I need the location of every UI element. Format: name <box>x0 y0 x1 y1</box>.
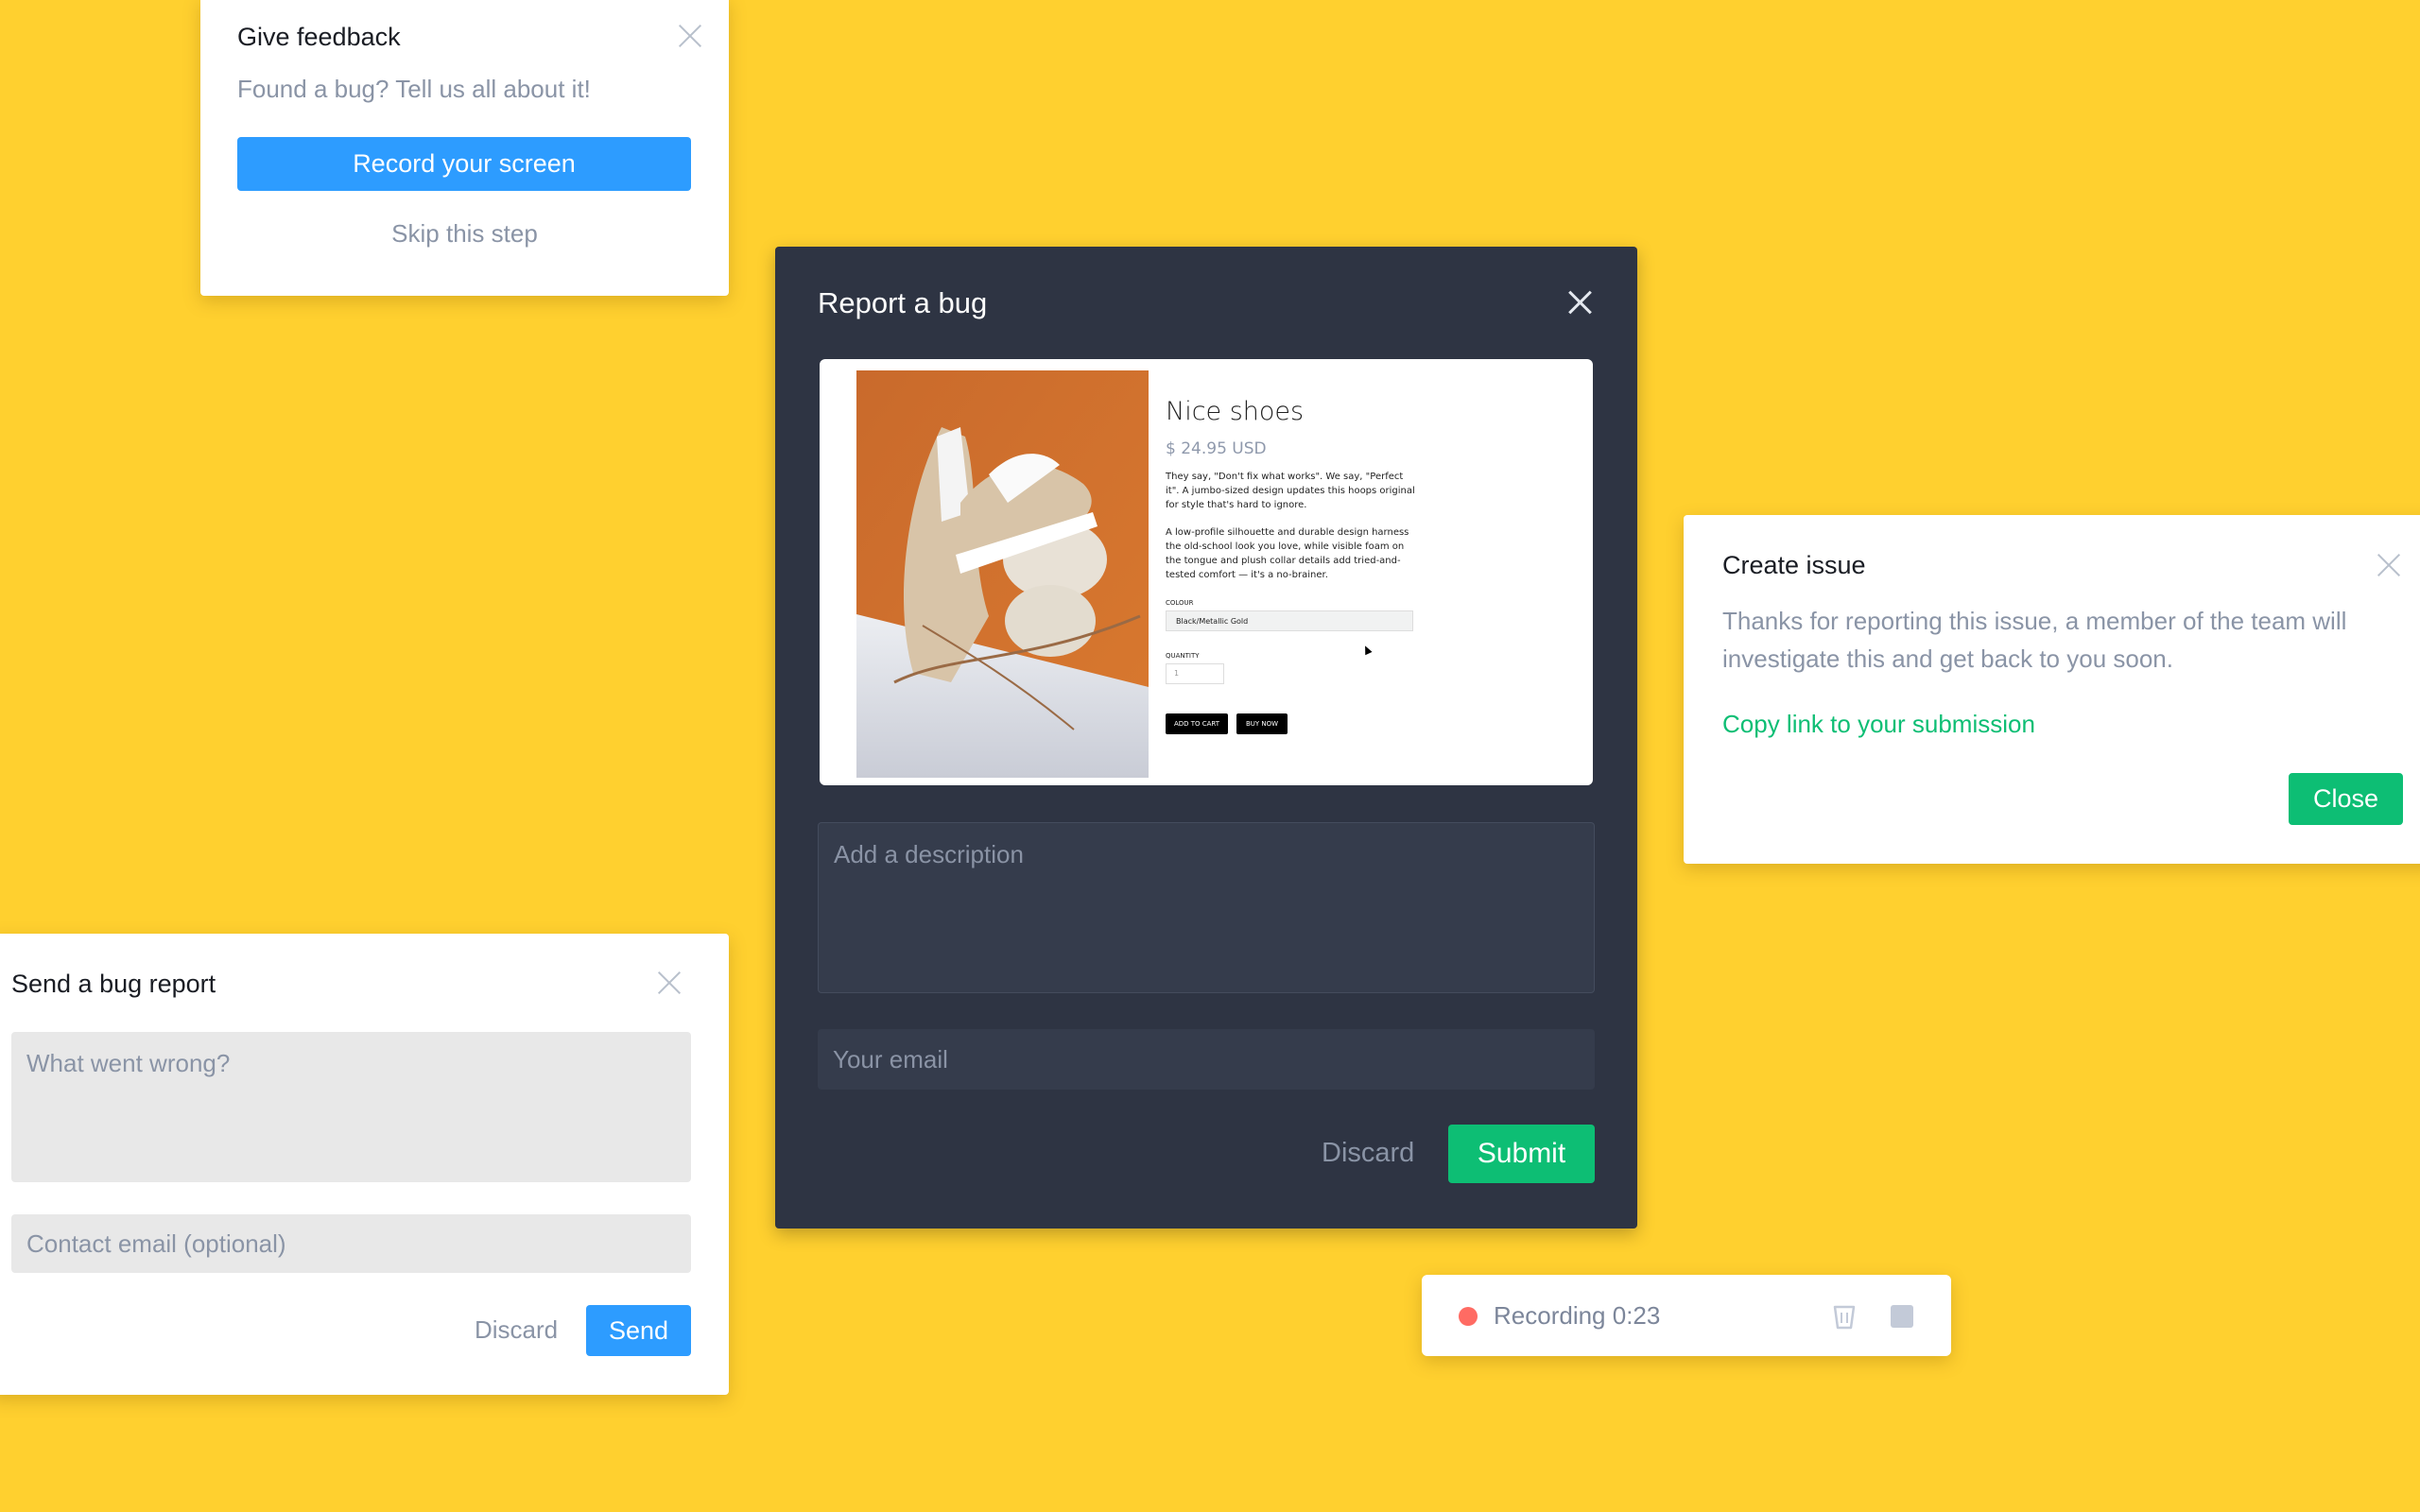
screenshot-preview: Nice shoes $ 24.95 USD They say, "Don't … <box>820 359 1593 785</box>
add-to-cart-button[interactable]: ADD TO CART <box>1166 713 1228 734</box>
recording-dot-icon <box>1459 1307 1478 1326</box>
cursor-icon <box>1361 644 1373 656</box>
recording-widget: Recording 0:23 <box>1422 1275 1951 1356</box>
discard-button[interactable]: Discard <box>1322 1138 1414 1169</box>
send-button[interactable]: Send <box>586 1305 691 1356</box>
close-button[interactable]: Close <box>2289 773 2403 825</box>
close-icon[interactable] <box>2377 553 2401 577</box>
modal-title: Report a bug <box>818 286 988 319</box>
colour-select[interactable]: Black/Metallic Gold <box>1166 610 1413 631</box>
close-icon[interactable] <box>657 971 682 995</box>
record-screen-button[interactable]: Record your screen <box>237 137 691 191</box>
product-description-1: They say, "Don't fix what works". We say… <box>1166 472 1415 510</box>
product-description-2: A low-profile silhouette and durable des… <box>1166 527 1409 580</box>
colour-value: Black/Metallic Gold <box>1176 617 1249 626</box>
report-bug-modal: Report a bug Nice shoes $ 24.95 USD They… <box>775 247 1637 1228</box>
send-bug-report-card: Send a bug report What went wrong? Conta… <box>0 934 729 1395</box>
quantity-input[interactable]: 1 <box>1166 663 1224 684</box>
close-icon[interactable] <box>1567 290 1592 315</box>
recording-status: Recording 0:23 <box>1494 1301 1661 1330</box>
give-feedback-card: Give feedback Found a bug? Tell us all a… <box>200 0 729 296</box>
stop-icon[interactable] <box>1891 1305 1913 1328</box>
confirmation-message: Thanks for reporting this issue, a membe… <box>1722 607 2347 673</box>
email-input[interactable]: Contact email (optional) <box>11 1214 691 1273</box>
email-input[interactable]: Your email <box>818 1029 1595 1090</box>
product-name: Nice shoes <box>1166 397 1305 426</box>
colour-label: COLOUR <box>1166 599 1194 607</box>
description-textarea[interactable]: What went wrong? <box>11 1032 691 1182</box>
copy-link[interactable]: Copy link to your submission <box>1722 710 2035 739</box>
create-issue-card: Create issue Thanks for reporting this i… <box>1684 515 2420 864</box>
quantity-label: QUANTITY <box>1166 652 1200 660</box>
product-price: $ 24.95 USD <box>1166 439 1267 458</box>
subtitle: Found a bug? Tell us all about it! <box>237 75 591 103</box>
close-icon[interactable] <box>678 24 702 48</box>
description-textarea[interactable]: Add a description <box>818 822 1595 993</box>
discard-button[interactable]: Discard <box>475 1315 558 1345</box>
skip-step-link[interactable]: Skip this step <box>200 219 729 249</box>
submit-button[interactable]: Submit <box>1448 1125 1595 1183</box>
buy-now-button[interactable]: BUY NOW <box>1236 713 1288 734</box>
trash-icon[interactable] <box>1832 1303 1857 1330</box>
card-title: Create issue <box>1722 551 1866 579</box>
product-image <box>856 370 1149 778</box>
card-title: Send a bug report <box>11 970 216 998</box>
card-title: Give feedback <box>237 23 401 51</box>
